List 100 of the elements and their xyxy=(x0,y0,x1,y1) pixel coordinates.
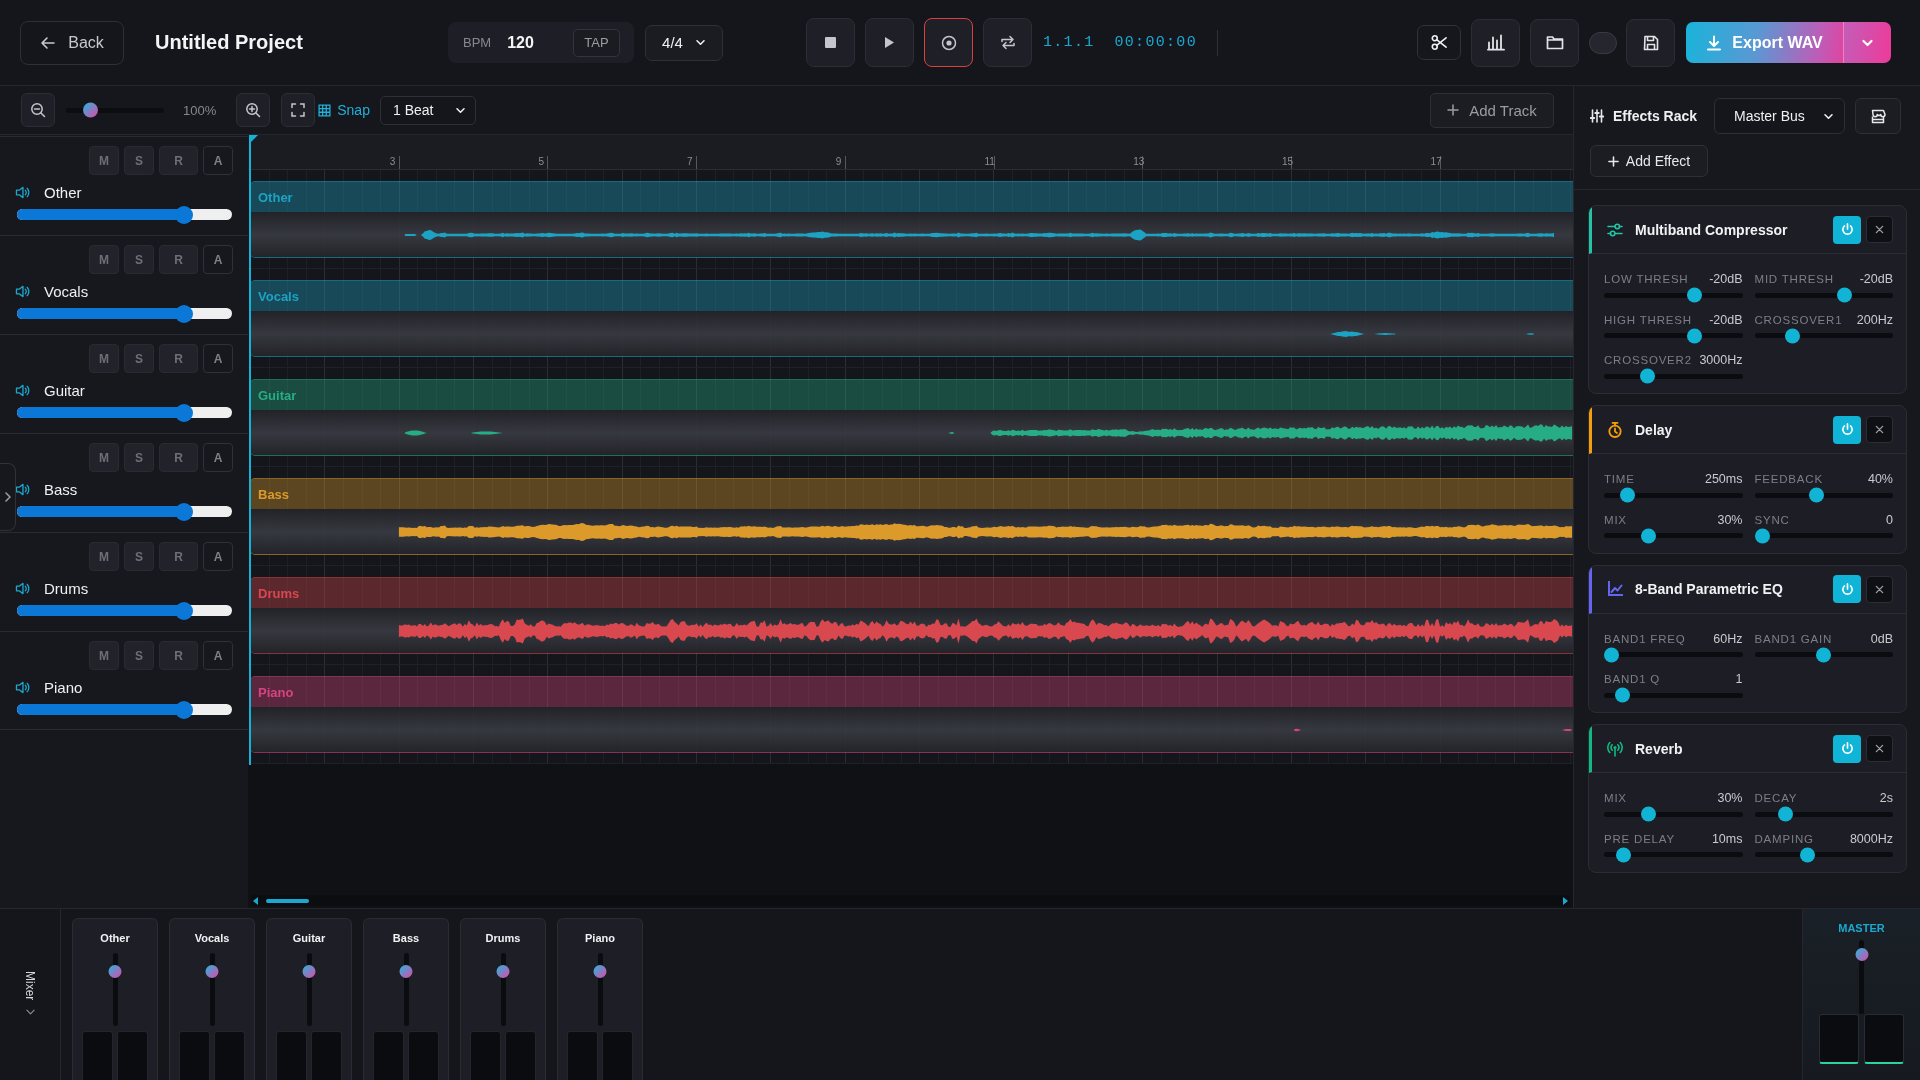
chevron-right-icon xyxy=(4,492,11,502)
slider-thumb[interactable] xyxy=(1816,647,1832,662)
tap-button[interactable]: TAP xyxy=(573,28,620,57)
param-label: DAMPING xyxy=(1754,832,1814,845)
play-button[interactable] xyxy=(865,18,914,67)
slider-thumb[interactable] xyxy=(82,102,98,118)
fader-thumb[interactable] xyxy=(1855,947,1868,961)
audio-clip[interactable]: Bass xyxy=(250,478,1573,555)
slider-thumb[interactable] xyxy=(174,700,193,719)
slider-thumb[interactable] xyxy=(174,403,193,422)
slider-thumb[interactable] xyxy=(1639,368,1655,384)
add-track-button[interactable]: Add Track xyxy=(1430,92,1554,128)
slider-thumb[interactable] xyxy=(174,304,193,323)
track-toggle-button[interactable]: M xyxy=(89,443,119,472)
playhead[interactable] xyxy=(249,135,258,765)
slider-thumb[interactable] xyxy=(1641,528,1657,543)
track-toggle-button[interactable]: A xyxy=(203,344,233,373)
clip-name: Guitar xyxy=(258,387,297,403)
track-toggle-button[interactable]: M xyxy=(89,245,119,274)
fit-button[interactable] xyxy=(281,93,316,127)
track-toggle-button[interactable]: A xyxy=(203,542,233,571)
audio-clip[interactable]: Piano xyxy=(250,676,1573,753)
bus-select[interactable]: Master Bus xyxy=(1714,98,1845,134)
snap-toggle[interactable]: Snap xyxy=(318,102,370,118)
track-toggle-button[interactable]: M xyxy=(89,146,119,175)
scrollbar-thumb[interactable] xyxy=(266,898,309,903)
loop-button[interactable] xyxy=(983,18,1032,67)
audio-clip[interactable]: Other xyxy=(250,181,1573,258)
add-effect-button[interactable]: Add Effect xyxy=(1590,145,1708,177)
chart-button[interactable] xyxy=(1471,18,1520,67)
slider-thumb[interactable] xyxy=(1620,487,1636,503)
close-button[interactable] xyxy=(1866,735,1893,762)
audio-clip[interactable]: Guitar xyxy=(250,379,1573,456)
track-toggle-button[interactable]: S xyxy=(124,542,154,571)
snap-select[interactable]: 1 Beat xyxy=(379,95,476,125)
triangle-right-icon[interactable] xyxy=(1563,896,1568,905)
track-toggle-button[interactable]: R xyxy=(159,641,198,670)
close-button[interactable] xyxy=(1866,216,1893,243)
scrollbar[interactable] xyxy=(251,895,1570,906)
track-toggle-button[interactable]: R xyxy=(159,542,198,571)
track-toggle-button[interactable]: R xyxy=(159,344,198,373)
fader-thumb[interactable] xyxy=(302,965,316,978)
audio-clip[interactable]: Vocals xyxy=(250,280,1573,357)
slider-thumb[interactable] xyxy=(1808,487,1824,503)
track-toggle-button[interactable]: R xyxy=(159,245,198,274)
power-button[interactable] xyxy=(1833,734,1861,763)
track-toggle-button[interactable]: S xyxy=(124,344,154,373)
mixer-label[interactable]: Mixer xyxy=(23,971,37,1001)
track-toggle-button[interactable]: A xyxy=(203,245,233,274)
time-signature-select[interactable]: 4/4 xyxy=(645,24,723,61)
cut-button[interactable] xyxy=(1417,25,1461,60)
fader-thumb[interactable] xyxy=(496,965,510,978)
fader-thumb[interactable] xyxy=(593,965,607,978)
collapse-handle[interactable] xyxy=(0,463,16,531)
slider-thumb[interactable] xyxy=(1616,847,1632,862)
power-button[interactable] xyxy=(1833,215,1861,244)
store-button[interactable] xyxy=(1855,98,1901,134)
folder-button[interactable] xyxy=(1530,18,1579,67)
chevron-down-icon[interactable] xyxy=(25,1009,35,1016)
zoom-in-button[interactable] xyxy=(236,93,271,127)
fader-thumb[interactable] xyxy=(108,965,122,978)
save-button[interactable] xyxy=(1626,18,1675,67)
slider-thumb[interactable] xyxy=(1686,287,1702,303)
slider-thumb[interactable] xyxy=(174,502,193,521)
effect-title: 8-Band Parametric EQ xyxy=(1635,581,1783,597)
slider-thumb[interactable] xyxy=(1604,647,1619,662)
stop-button[interactable] xyxy=(806,18,855,67)
close-button[interactable] xyxy=(1866,416,1893,443)
slider-thumb[interactable] xyxy=(1800,847,1816,862)
back-button[interactable]: Back xyxy=(20,20,124,65)
track-toggle-button[interactable]: S xyxy=(124,146,154,175)
power-button[interactable] xyxy=(1833,415,1861,444)
slider-thumb[interactable] xyxy=(1785,328,1801,343)
slider-thumb[interactable] xyxy=(1837,287,1853,303)
toggle-button[interactable] xyxy=(1589,31,1617,54)
slider-thumb[interactable] xyxy=(1641,806,1657,822)
slider-thumb[interactable] xyxy=(1777,806,1793,822)
slider-thumb[interactable] xyxy=(174,205,193,224)
track-toggle-button[interactable]: M xyxy=(89,641,119,670)
fader-thumb[interactable] xyxy=(205,965,219,978)
track-toggle-button[interactable]: A xyxy=(203,146,233,175)
track-toggle-button[interactable]: M xyxy=(89,344,119,373)
track-toggle-button[interactable]: R xyxy=(159,146,198,175)
track-toggle-button[interactable]: S xyxy=(124,443,154,472)
slider-thumb[interactable] xyxy=(1686,328,1702,343)
track-toggle-button[interactable]: A xyxy=(203,443,233,472)
audio-clip[interactable]: Drums xyxy=(250,577,1573,654)
triangle-left-icon[interactable] xyxy=(253,896,258,905)
track-toggle-button[interactable]: R xyxy=(159,443,198,472)
zoom-out-button[interactable] xyxy=(21,93,55,127)
track-toggle-button[interactable]: S xyxy=(124,641,154,670)
track-toggle-button[interactable]: S xyxy=(124,245,154,274)
slider-thumb[interactable] xyxy=(174,601,193,620)
track-toggle-button[interactable]: M xyxy=(89,542,119,571)
fader-thumb[interactable] xyxy=(399,965,413,978)
export-button[interactable]: Export WAV xyxy=(1686,22,1843,63)
record-button[interactable] xyxy=(924,18,973,67)
track-toggle-button[interactable]: A xyxy=(203,641,233,670)
slider-thumb[interactable] xyxy=(1615,687,1631,703)
slider-thumb[interactable] xyxy=(1754,528,1770,543)
